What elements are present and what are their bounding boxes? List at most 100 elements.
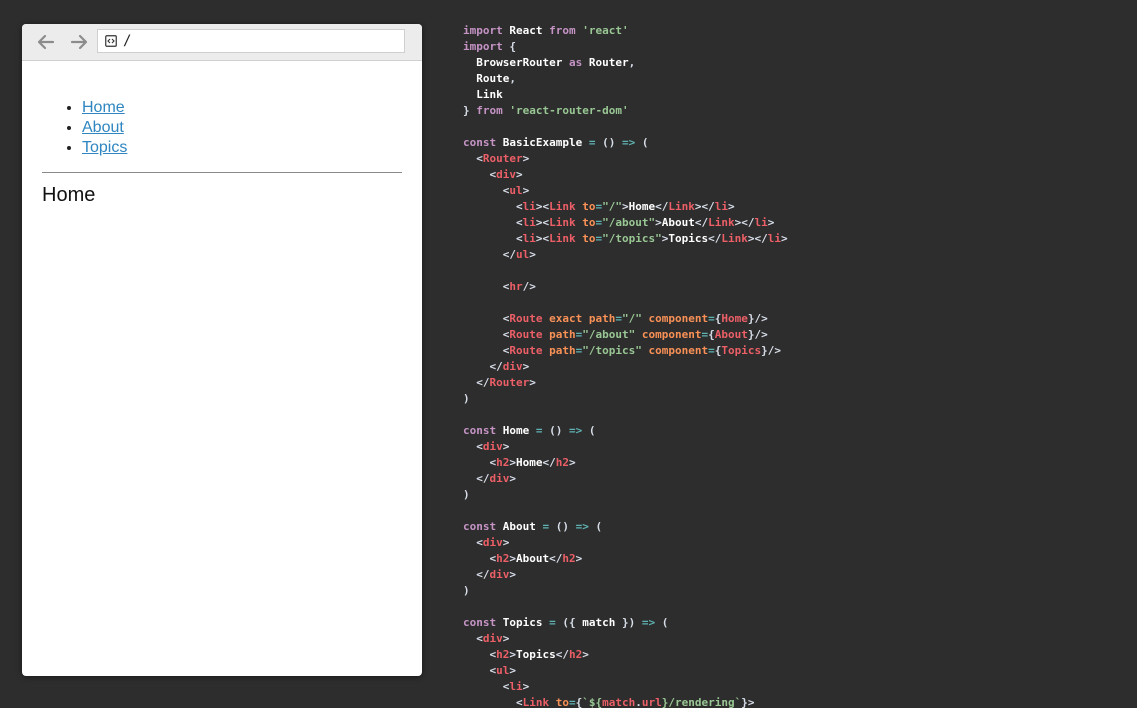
code-token: from bbox=[476, 104, 510, 117]
code-token: "/" bbox=[621, 312, 649, 325]
code-line: </ul> bbox=[463, 247, 788, 263]
address-bar[interactable]: / bbox=[97, 29, 405, 53]
code-token: from bbox=[549, 24, 583, 37]
about-link[interactable]: About bbox=[82, 119, 124, 136]
code-line: BrowserRouter as Router, bbox=[463, 55, 788, 71]
code-token: = bbox=[542, 520, 556, 533]
code-token: import bbox=[463, 24, 510, 37]
code-token: </ bbox=[555, 648, 569, 661]
code-token: < bbox=[463, 184, 510, 197]
code-token: Topics bbox=[516, 648, 556, 661]
code-token: h2 bbox=[562, 552, 576, 565]
code-token: > bbox=[502, 632, 510, 645]
code-token: }> bbox=[741, 696, 755, 708]
code-line: const Topics = ({ match }) => ( bbox=[463, 615, 788, 631]
code-token: > bbox=[522, 152, 530, 165]
code-token: div bbox=[482, 536, 503, 549]
code-token: About bbox=[714, 328, 748, 341]
code-token: const bbox=[463, 520, 503, 533]
back-button[interactable] bbox=[35, 31, 57, 53]
code-token: component bbox=[648, 344, 709, 357]
nav-item-topics: Topics bbox=[82, 138, 402, 158]
code-token: () bbox=[602, 136, 622, 149]
code-token: path bbox=[549, 328, 576, 341]
code-line: <li> bbox=[463, 679, 788, 695]
code-line: <li><Link to="/about">About</Link></li> bbox=[463, 215, 788, 231]
code-token: li bbox=[522, 232, 536, 245]
code-token: > bbox=[509, 552, 516, 565]
code-token: >< bbox=[535, 232, 550, 245]
code-token: url bbox=[641, 696, 662, 708]
code-line: <Router> bbox=[463, 151, 788, 167]
code-token: => bbox=[641, 616, 662, 629]
code-token: div bbox=[489, 568, 510, 581]
code-token: </ bbox=[655, 200, 669, 213]
code-token: < bbox=[463, 312, 510, 325]
code-token: { bbox=[708, 328, 715, 341]
code-token: => bbox=[621, 136, 642, 149]
code-token: const bbox=[463, 616, 503, 629]
code-token: = bbox=[615, 312, 622, 325]
code-token: div bbox=[502, 360, 523, 373]
code-token: < bbox=[463, 552, 497, 565]
code-token: Home bbox=[721, 312, 748, 325]
code-token: > bbox=[529, 376, 536, 389]
code-token: `${ bbox=[582, 696, 603, 708]
code-token: React bbox=[509, 24, 550, 37]
nav-list: Home About Topics bbox=[42, 98, 402, 158]
code-line: <ul> bbox=[463, 183, 788, 199]
code-token: About bbox=[516, 552, 550, 565]
code-token: > bbox=[522, 360, 530, 373]
nav-item-about: About bbox=[82, 118, 402, 138]
code-token: li bbox=[767, 232, 781, 245]
code-token: 'react' bbox=[582, 24, 629, 37]
home-link[interactable]: Home bbox=[82, 99, 125, 116]
code-token: Link bbox=[549, 216, 583, 229]
code-token: () bbox=[555, 520, 576, 533]
code-token: > bbox=[509, 472, 516, 485]
code-token: = bbox=[708, 344, 715, 357]
code-token: < bbox=[463, 280, 510, 293]
code-token: ( bbox=[641, 136, 649, 149]
horizontal-rule bbox=[42, 172, 402, 173]
code-line: </div> bbox=[463, 567, 788, 583]
code-token: h2 bbox=[555, 456, 569, 469]
code-token: Home bbox=[502, 424, 536, 437]
code-token: ( bbox=[595, 520, 603, 533]
code-token: ) bbox=[463, 584, 470, 597]
code-line: <li><Link to="/">Home</Link></li> bbox=[463, 199, 788, 215]
code-token: Link bbox=[708, 216, 735, 229]
code-token: > bbox=[582, 648, 589, 661]
code-token: > bbox=[502, 440, 510, 453]
code-token: About bbox=[661, 216, 695, 229]
code-token: > bbox=[621, 200, 629, 213]
code-token: Home bbox=[628, 200, 656, 213]
browser-toolbar: / bbox=[22, 24, 422, 61]
code-line: ) bbox=[463, 583, 788, 599]
code-token: li bbox=[509, 680, 523, 693]
code-token: </ bbox=[463, 472, 490, 485]
code-token: 'react-router-dom' bbox=[509, 104, 629, 117]
code-token: }/rendering` bbox=[661, 696, 742, 708]
code-token: ul bbox=[515, 248, 530, 261]
code-token: > bbox=[509, 664, 516, 677]
code-token: Link bbox=[668, 200, 695, 213]
code-line: <h2>About</h2> bbox=[463, 551, 788, 567]
code-token: Topics bbox=[721, 344, 762, 357]
code-token: > bbox=[509, 648, 516, 661]
code-token: > bbox=[767, 216, 775, 229]
forward-button[interactable] bbox=[68, 31, 90, 53]
code-token: < bbox=[463, 200, 523, 213]
code-token: "/topics" bbox=[602, 232, 662, 245]
code-token: , bbox=[628, 56, 636, 69]
code-token: component bbox=[641, 328, 702, 341]
code-token: = bbox=[549, 616, 563, 629]
code-token: = bbox=[535, 424, 550, 437]
code-token: li bbox=[522, 200, 536, 213]
code-token: > bbox=[522, 680, 530, 693]
code-token: as bbox=[568, 56, 589, 69]
topics-link[interactable]: Topics bbox=[82, 139, 127, 156]
code-token: hr bbox=[509, 280, 523, 293]
